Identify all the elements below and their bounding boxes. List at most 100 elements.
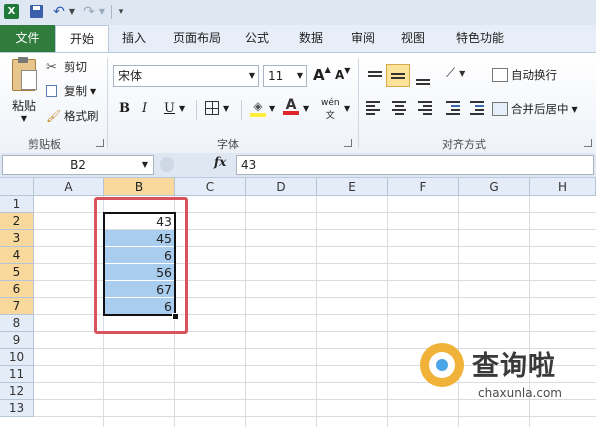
borders-icon [205, 101, 219, 115]
increase-indent-button[interactable] [466, 101, 484, 117]
row-header-7[interactable]: 7 [0, 298, 34, 315]
shrink-font-label: A [335, 68, 345, 82]
column-header-c[interactable]: C [175, 178, 246, 196]
clipboard-launcher-icon[interactable] [96, 139, 104, 147]
align-top-button[interactable] [366, 67, 384, 85]
merge-center-icon [492, 102, 508, 116]
quick-access-toolbar: X ↶ ▼ ↷ ▼ ▾ [0, 0, 596, 26]
grow-font-label: A [313, 66, 325, 84]
paste-button[interactable]: 粘贴 ▼ [6, 57, 42, 131]
font-size-select[interactable]: 11 ▼ [263, 65, 307, 87]
tab-insert[interactable]: 插入 [115, 25, 153, 52]
wrap-text-button[interactable]: 自动换行 [492, 67, 557, 83]
align-bottom-button[interactable] [414, 67, 432, 85]
format-painter-icon: 🖌 [46, 109, 62, 123]
underline-dropdown-icon[interactable]: ▼ [179, 104, 185, 113]
row-header-10[interactable]: 10 [0, 349, 34, 366]
redo-icon[interactable]: ↷ [80, 3, 98, 20]
tab-view[interactable]: 视图 [394, 25, 432, 52]
fill-color-button[interactable]: ◈ [250, 99, 266, 117]
font-group-label: 字体 [217, 138, 239, 151]
formula-value: 43 [241, 158, 257, 172]
excel-icon[interactable]: X [3, 3, 20, 20]
tab-home[interactable]: 开始 [55, 25, 109, 53]
bold-button[interactable]: B [119, 101, 130, 116]
fx-icon[interactable]: fx [214, 155, 226, 169]
column-header-f[interactable]: F [388, 178, 459, 196]
chaxunla-logo-icon [420, 343, 464, 387]
phonetic-button[interactable]: wén 文 [321, 98, 340, 121]
format-painter-button[interactable]: 🖌 格式刷 [46, 108, 99, 124]
row-header-6[interactable]: 6 [0, 281, 34, 298]
scissors-icon: ✂ [46, 59, 57, 75]
customize-qat-icon[interactable]: ▾ [116, 3, 126, 20]
font-color-button[interactable]: A [283, 97, 299, 115]
column-header-b[interactable]: B [104, 178, 175, 196]
undo-icon[interactable]: ↶ [50, 3, 68, 20]
shrink-font-button[interactable]: A ▼ [335, 66, 350, 83]
chevron-down-icon: ▼ [296, 71, 303, 80]
grow-font-button[interactable]: A ▲ [313, 65, 331, 85]
save-icon[interactable] [28, 3, 45, 20]
column-header-e[interactable]: E [317, 178, 388, 196]
name-box-value: B2 [70, 158, 86, 172]
tab-page-layout[interactable]: 页面布局 [166, 25, 228, 52]
tab-review[interactable]: 审阅 [344, 25, 382, 52]
cut-button[interactable]: ✂ 剪切 [46, 59, 87, 75]
row-header-3[interactable]: 3 [0, 230, 34, 247]
align-left-button[interactable] [366, 101, 384, 117]
orientation-icon: ⟋ [446, 66, 456, 81]
copy-dropdown-icon: ▼ [90, 86, 97, 96]
tab-formulas[interactable]: 公式 [238, 25, 276, 52]
paste-label: 粘贴 [11, 99, 36, 113]
row-header-12[interactable]: 12 [0, 383, 34, 400]
formula-bar-splitter[interactable] [160, 157, 174, 172]
chevron-down-icon: ▼ [141, 160, 148, 169]
font-name-select[interactable]: 宋体 ▼ [113, 65, 259, 87]
borders-button[interactable]: ▼ [205, 101, 229, 115]
row-header-13[interactable]: 13 [0, 400, 34, 417]
font-launcher-icon[interactable] [344, 139, 352, 147]
column-header-d[interactable]: D [246, 178, 317, 196]
wrap-text-label: 自动换行 [511, 68, 557, 82]
wrap-text-icon [492, 68, 508, 82]
alignment-group-label: 对齐方式 [442, 138, 486, 151]
tab-data[interactable]: 数据 [292, 25, 330, 52]
align-center-button[interactable] [390, 101, 408, 117]
font-color-dropdown-icon[interactable]: ▼ [303, 104, 309, 113]
watermark-brand-text: 查询啦 [472, 351, 556, 382]
column-header-g[interactable]: G [459, 178, 530, 196]
column-header-h[interactable]: H [530, 178, 596, 196]
row-header-9[interactable]: 9 [0, 332, 34, 349]
cut-label: 剪切 [64, 60, 87, 74]
row-header-8[interactable]: 8 [0, 315, 34, 332]
decrease-indent-button[interactable] [442, 101, 460, 117]
name-box[interactable]: B2 ▼ [2, 155, 154, 175]
row-header-11[interactable]: 11 [0, 366, 34, 383]
undo-dropdown-icon[interactable]: ▼ [68, 3, 76, 20]
highlight-annotation-box [94, 197, 188, 334]
row-header-5[interactable]: 5 [0, 264, 34, 281]
align-right-button[interactable] [414, 101, 432, 117]
align-middle-button[interactable] [386, 64, 410, 87]
redo-dropdown-icon[interactable]: ▼ [98, 3, 106, 20]
underline-button[interactable]: U [164, 101, 175, 116]
merge-center-button[interactable]: 合并后居中 ▼ [492, 101, 578, 117]
select-all-corner[interactable] [0, 178, 34, 196]
orientation-button[interactable]: ⟋ ▼ [446, 66, 465, 81]
row-header-4[interactable]: 4 [0, 247, 34, 264]
fill-color-dropdown-icon[interactable]: ▼ [269, 104, 275, 113]
phonetic-dropdown-icon[interactable]: ▼ [344, 104, 350, 113]
italic-button[interactable]: I [142, 101, 147, 116]
column-header-a[interactable]: A [34, 178, 104, 196]
alignment-launcher-icon[interactable] [584, 139, 592, 147]
formula-input[interactable]: 43 [236, 155, 594, 175]
watermark-domain-text: chaxunla.com [478, 386, 562, 400]
row-header-1[interactable]: 1 [0, 196, 34, 213]
tab-special-features[interactable]: 特色功能 [448, 25, 512, 52]
merge-center-label: 合并后居中 [511, 102, 569, 116]
row-header-2[interactable]: 2 [0, 213, 34, 230]
tab-file[interactable]: 文件 [0, 25, 55, 52]
copy-button[interactable]: 复制 ▼ [46, 83, 96, 99]
copy-label: 复制 [64, 84, 87, 98]
